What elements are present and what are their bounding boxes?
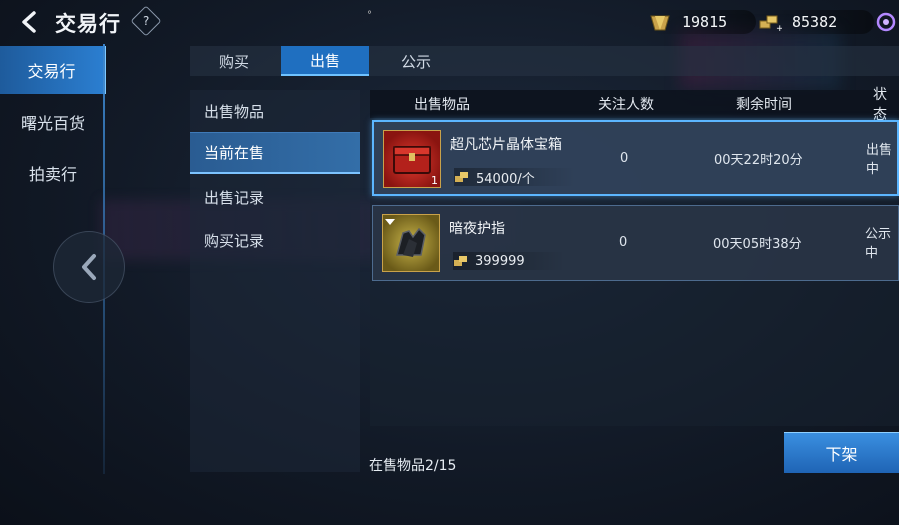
column-header: 状态: [873, 87, 887, 123]
item-name: 暗夜护指: [449, 221, 505, 237]
tab-label: 出售: [309, 51, 340, 70]
submenu-label: 出售记录: [204, 188, 265, 207]
nav-item-dawn-store[interactable]: 曙光百货: [0, 98, 106, 146]
nav-item-label: 曙光百货: [20, 114, 85, 133]
tab-label: 公示: [400, 52, 431, 71]
item-icon-gloves: [382, 214, 440, 272]
submenu-label: 当前在售: [204, 144, 265, 162]
item-icon-chest: 1: [383, 130, 441, 188]
remaining-time: 00天22时20分: [714, 152, 803, 168]
delist-button[interactable]: 下架: [784, 432, 899, 473]
table-row[interactable]: 1 超凡芯片晶体宝箱 54000/个 0 00天22时20分 出售中: [372, 120, 899, 196]
chevron-left-icon: [22, 11, 36, 33]
tab-buy[interactable]: 购买: [190, 46, 278, 76]
listing-table: 出售物品 关注人数 剩余时间 状态 1 超凡芯片晶体宝箱 54000/个 0 0…: [370, 87, 899, 426]
nav-item-trading-house[interactable]: 交易行: [0, 46, 106, 94]
column-header: 剩余时间: [736, 97, 792, 113]
followers-count: 0: [619, 234, 628, 250]
gold-currency-icon: +: [758, 10, 782, 34]
nav-item-label: 拍卖行: [28, 165, 77, 184]
diamond-currency-icon: [648, 10, 672, 34]
diamond-amount: 19815: [682, 13, 728, 31]
chevron-left-icon: [82, 254, 96, 280]
submenu-label: 购买记录: [204, 231, 265, 250]
item-price: 54000/个: [454, 168, 575, 187]
tab-sell[interactable]: 出售: [281, 46, 369, 76]
price-value: 54000/个: [476, 171, 535, 187]
collapse-button[interactable]: [53, 231, 125, 303]
remaining-time: 00天05时38分: [713, 236, 802, 252]
gold-currency-icon: [454, 256, 467, 266]
submenu-sell-records[interactable]: 出售记录: [190, 176, 360, 218]
table-row[interactable]: 暗夜护指 399999 0 00天05时38分 公示中: [372, 205, 899, 281]
tab-label: 购买: [218, 52, 249, 71]
status-badge: 出售中: [866, 143, 893, 177]
back-button[interactable]: [14, 8, 44, 36]
page-title: 交易行: [55, 12, 121, 36]
status-dot: °: [367, 10, 372, 21]
delist-label: 下架: [825, 445, 858, 464]
column-header: 关注人数: [598, 97, 654, 113]
help-icon: ?: [142, 14, 150, 28]
gold-currency-icon: [455, 172, 468, 182]
on-sale-count: 在售物品2/15: [369, 458, 457, 474]
column-header: 出售物品: [414, 97, 470, 113]
item-quantity: 1: [431, 174, 438, 187]
purple-currency-icon[interactable]: [875, 11, 897, 33]
currency-gold[interactable]: + 85382: [758, 10, 874, 34]
status-badge: 公示中: [865, 227, 892, 261]
nav-item-auction-house[interactable]: 拍卖行: [0, 149, 106, 197]
submenu-on-sale[interactable]: 当前在售: [190, 132, 360, 174]
item-name: 超凡芯片晶体宝箱: [450, 137, 562, 153]
currency-diamond[interactable]: 19815: [648, 10, 756, 34]
svg-text:+: +: [776, 24, 782, 32]
tab-public[interactable]: 公示: [372, 46, 460, 76]
submenu-sell-items[interactable]: 出售物品: [190, 90, 360, 132]
item-price: 399999: [453, 252, 565, 270]
help-button[interactable]: ?: [130, 5, 162, 37]
table-header: 出售物品 关注人数 剩余时间 状态: [370, 87, 899, 123]
top-bar: 交易行 ? ° 19815 + 85382: [0, 0, 899, 44]
followers-count: 0: [620, 150, 629, 166]
sell-submenu: 出售物品 当前在售 出售记录 购买记录: [190, 90, 360, 472]
price-value: 399999: [475, 253, 525, 269]
gold-amount: 85382: [792, 13, 838, 31]
submenu-buy-records[interactable]: 购买记录: [190, 219, 360, 261]
nav-item-label: 交易行: [27, 62, 76, 81]
gem-icon: [385, 219, 395, 225]
tab-bar: 购买 出售 公示: [190, 46, 899, 76]
submenu-label: 出售物品: [204, 102, 265, 121]
